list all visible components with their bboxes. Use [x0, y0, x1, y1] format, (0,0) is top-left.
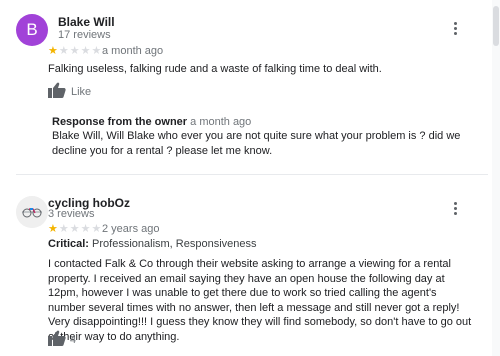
divider	[16, 174, 488, 175]
review-time: 2 years ago	[102, 223, 160, 235]
scrollbar-thumb[interactable]	[493, 6, 499, 46]
owner-response: Response from the owner a month ago Blak…	[52, 116, 472, 158]
more-vert-icon[interactable]	[447, 198, 463, 218]
star-empty-icon: ★★★★	[58, 223, 103, 235]
critical-label: Critical:	[48, 238, 89, 250]
reviewer-review-count: 17 reviews	[58, 29, 111, 41]
owner-response-text: Blake Will, Will Blake who ever you are …	[52, 130, 461, 157]
owner-response-time: a month ago	[190, 116, 252, 128]
review-text: Falking useless, falking rude and a wast…	[48, 63, 382, 75]
star-rating: ★★★★★	[48, 44, 102, 57]
like-count[interactable]: 4	[70, 334, 76, 346]
reviewer-review-count: 3 reviews	[48, 208, 95, 220]
reviewer-avatar[interactable]	[16, 196, 48, 228]
star-empty-icon: ★★★★	[58, 45, 103, 57]
thumbs-up-icon[interactable]	[48, 82, 66, 98]
thumbs-up-icon[interactable]	[48, 330, 66, 346]
reviewer-avatar[interactable]: B	[16, 14, 48, 46]
scrollbar[interactable]	[492, 0, 500, 356]
like-button-label[interactable]: Like	[71, 86, 91, 98]
review-text: I contacted Falk & Co through their webs…	[48, 258, 472, 343]
star-filled-icon: ★	[48, 45, 59, 57]
more-vert-icon[interactable]	[447, 18, 463, 38]
reviewer-name[interactable]: Blake Will	[58, 15, 115, 29]
review-time: a month ago	[102, 45, 164, 57]
owner-response-heading: Response from the owner	[52, 116, 188, 128]
critical-attributes: Critical: Professionalism, Responsivenes…	[48, 238, 257, 250]
critical-values: Professionalism, Responsiveness	[92, 238, 257, 250]
star-filled-icon: ★	[48, 223, 59, 235]
star-rating: ★★★★★	[48, 222, 102, 235]
